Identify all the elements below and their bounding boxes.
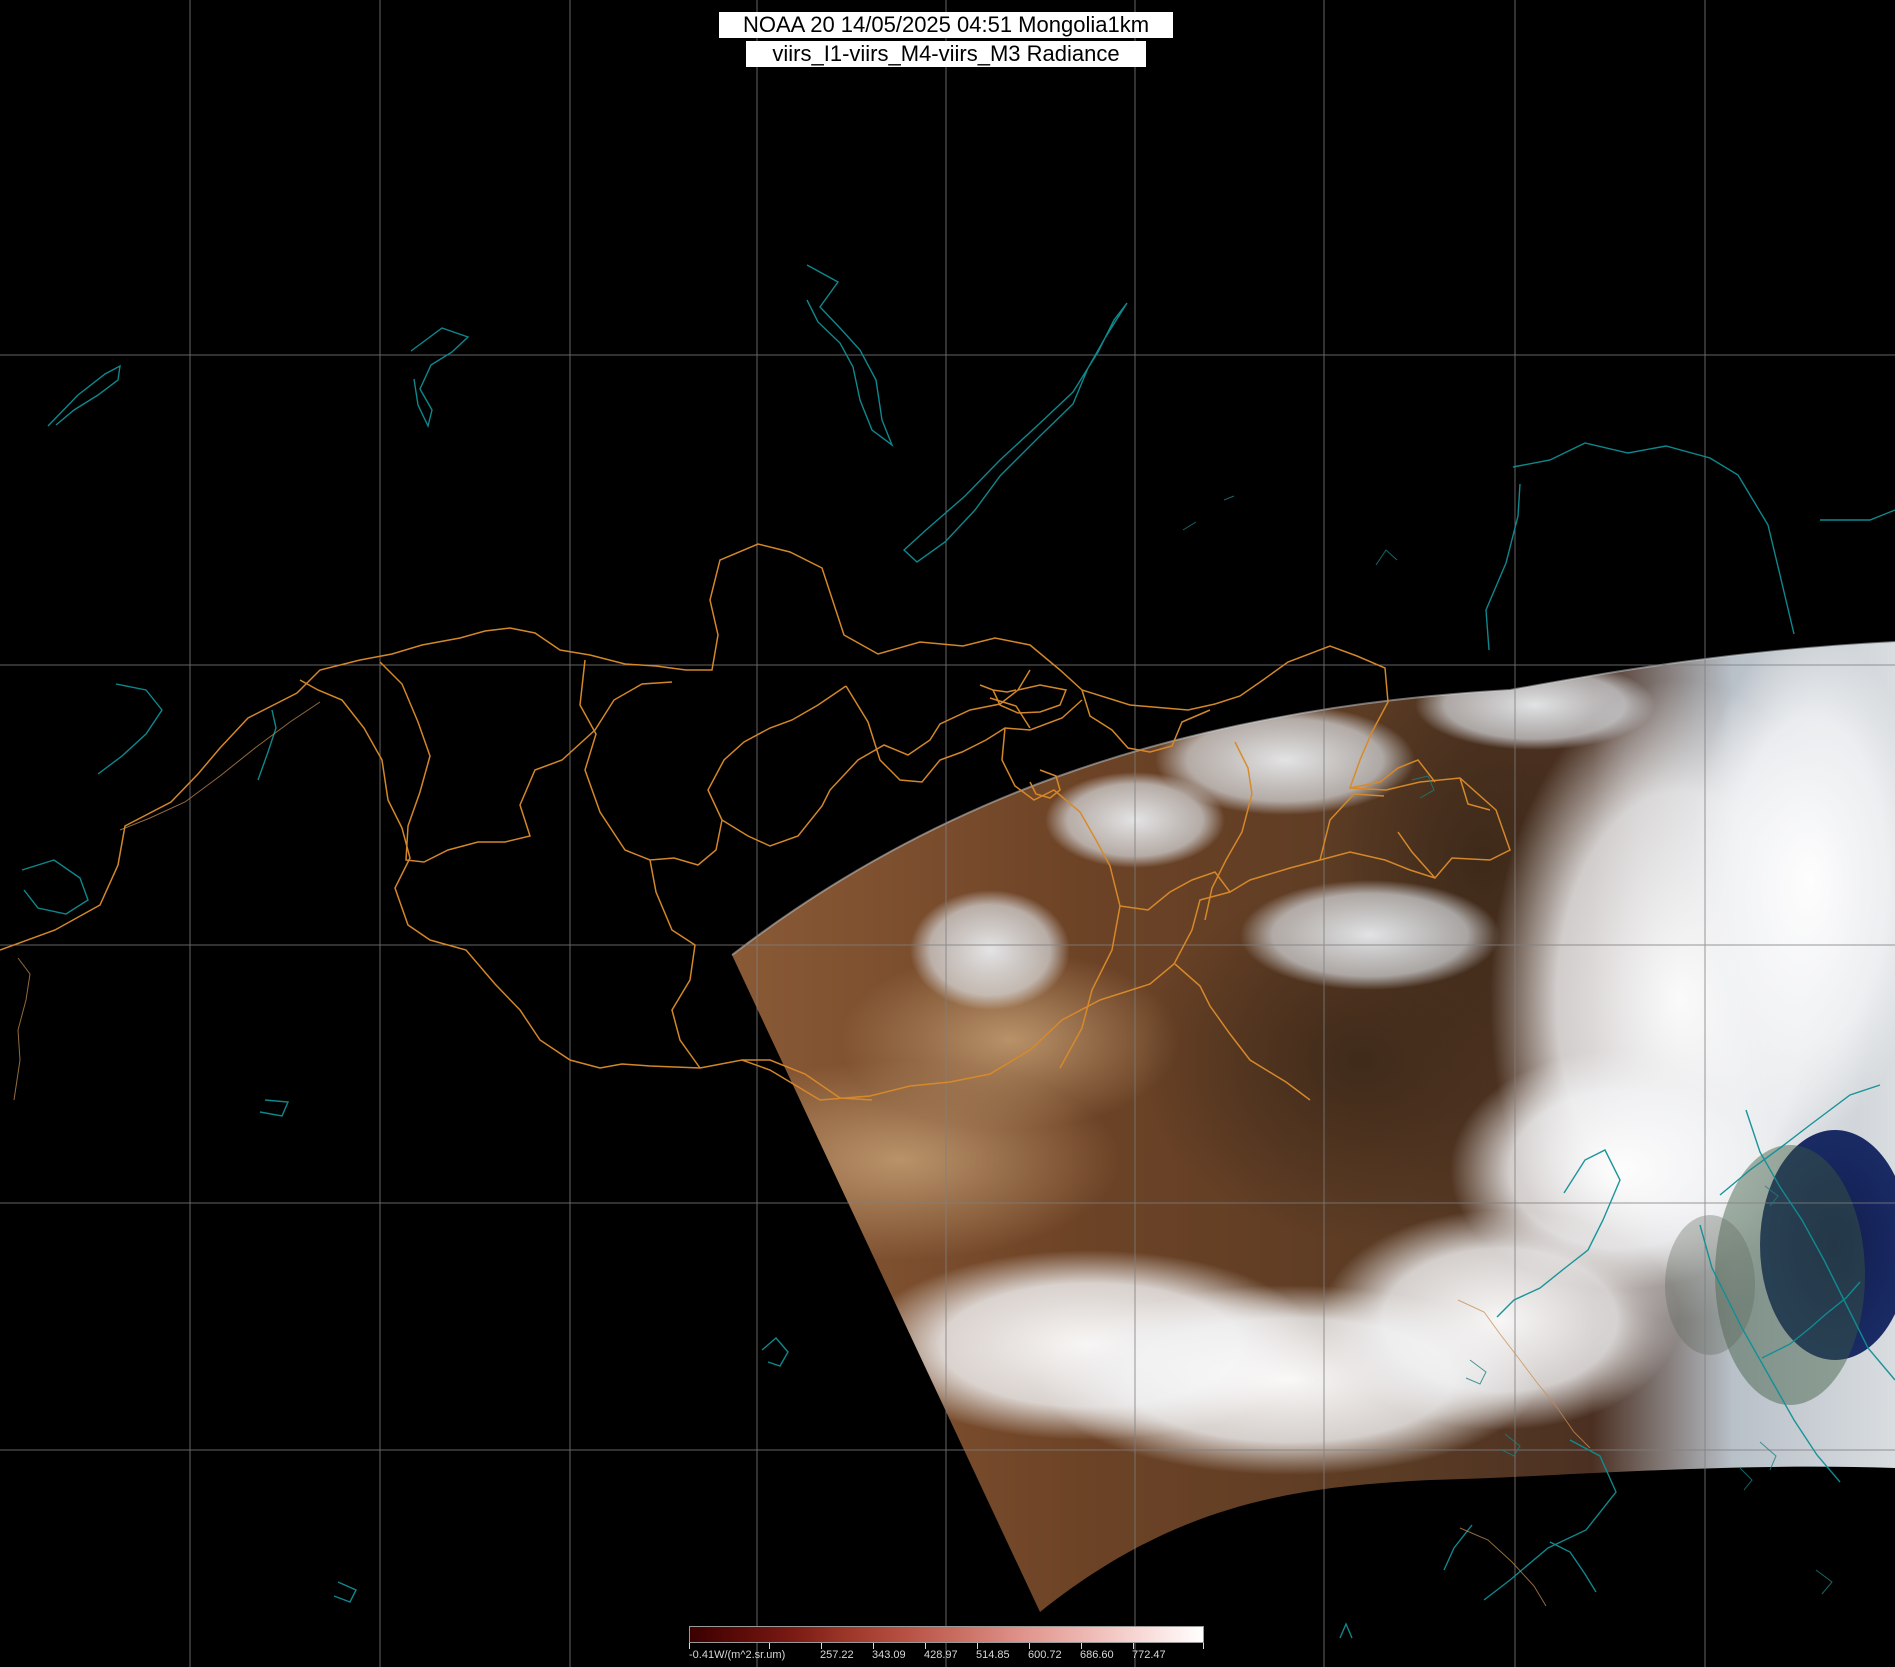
colorbar-label: 600.72 <box>1028 1649 1062 1661</box>
map-title-line2: viirs_I1-viirs_M4-viirs_M3 Radiance <box>746 41 1146 67</box>
map-title-line1: NOAA 20 14/05/2025 04:51 Mongolia1km <box>719 12 1173 38</box>
colorbar-label: 772.47 <box>1132 1649 1166 1661</box>
colorbar-label: 686.60 <box>1080 1649 1114 1661</box>
satellite-map-canvas: NOAA 20 14/05/2025 04:51 Mongolia1km vii… <box>0 0 1895 1667</box>
cloud-cluster <box>910 890 1070 1010</box>
mixed-land-region <box>1665 1215 1755 1355</box>
cloud-cluster <box>1240 880 1500 990</box>
colorbar-label-min: -0.41W/(m^2.sr.um) <box>689 1649 786 1661</box>
radiance-colorbar: -0.41W/(m^2.sr.um) 257.22 343.09 428.97 … <box>689 1626 1204 1664</box>
colorbar-label: 514.85 <box>976 1649 1010 1661</box>
colorbar-label: 343.09 <box>872 1649 906 1661</box>
colorbar-tick <box>1203 1643 1204 1649</box>
colorbar-gradient <box>689 1626 1204 1643</box>
colorbar-label: 428.97 <box>924 1649 958 1661</box>
colorbar-label: 257.22 <box>820 1649 854 1661</box>
satellite-map-svg <box>0 0 1895 1667</box>
